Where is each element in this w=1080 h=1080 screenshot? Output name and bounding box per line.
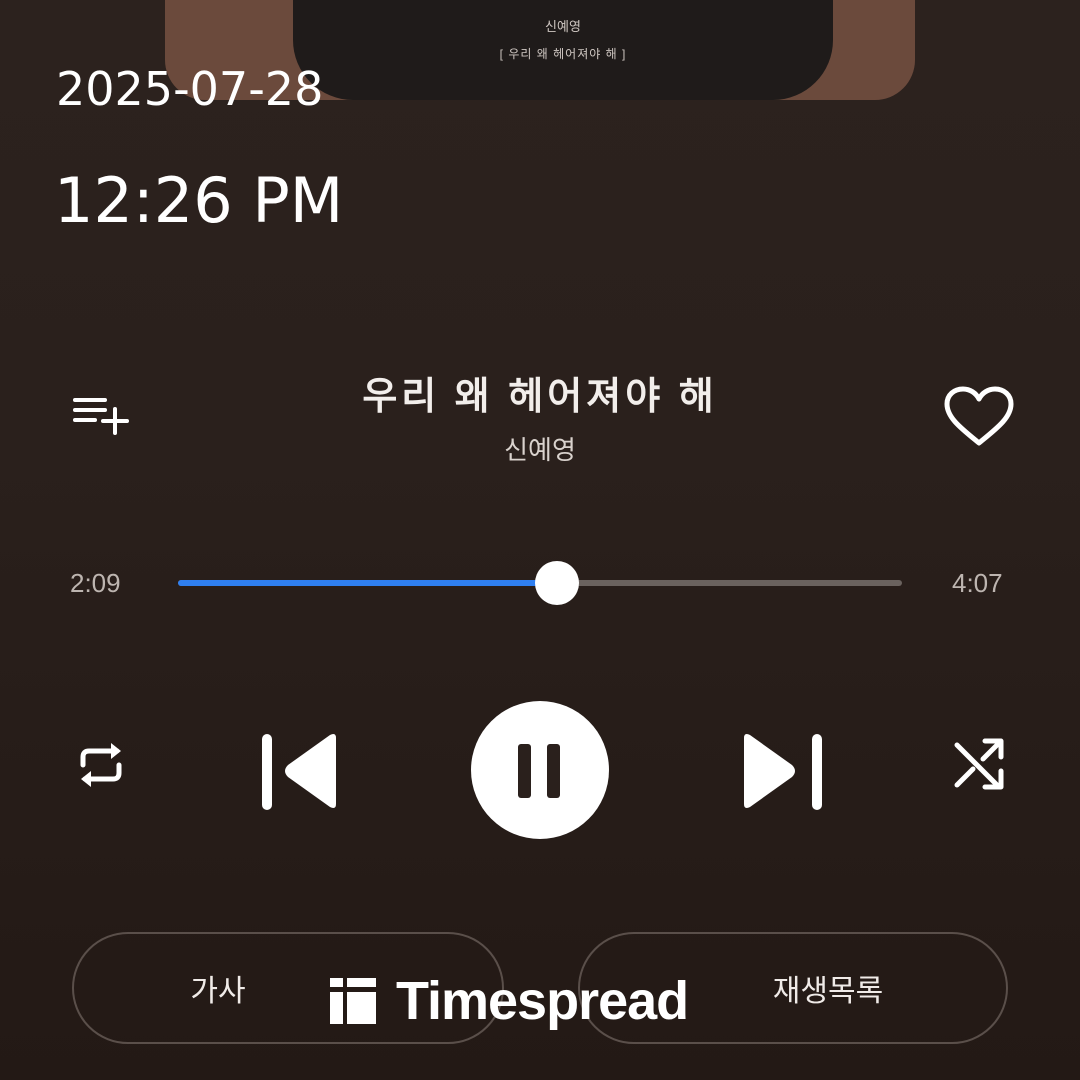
queue-label: 재생목록 xyxy=(772,975,884,1008)
shuffle-button[interactable] xyxy=(944,730,1014,800)
elapsed-time: 2:09 xyxy=(70,568,121,598)
playlist-add-icon xyxy=(73,398,129,435)
timespread-logo-icon xyxy=(330,978,376,1024)
progress-bar[interactable] xyxy=(178,561,902,605)
track-title: 우리 왜 헤어져야 해 xyxy=(362,376,718,418)
lyrics-label: 가사 xyxy=(190,975,246,1008)
shuffle-icon xyxy=(954,738,1004,790)
previous-button[interactable] xyxy=(250,725,350,817)
repeat-button[interactable] xyxy=(66,730,136,800)
total-duration: 4:07 xyxy=(952,568,1003,598)
watermark: Timespread xyxy=(330,970,689,1032)
track-artist[interactable]: 신예영 xyxy=(0,430,1080,467)
like-button[interactable] xyxy=(940,382,1018,452)
time-label: 12:26 PM xyxy=(54,164,344,237)
album-art-inner: 신예영 [ 우리 왜 헤어져야 해 ] xyxy=(293,0,833,100)
album-art-title: [ 우리 왜 헤어져야 해 ] xyxy=(499,47,627,61)
next-button[interactable] xyxy=(734,725,834,817)
date-label: 2025-07-28 xyxy=(56,62,324,116)
watermark-text: Timespread xyxy=(396,971,689,1031)
progress-thumb[interactable] xyxy=(534,561,579,605)
skip-previous-icon xyxy=(262,734,336,810)
pause-icon xyxy=(471,701,609,839)
progress-fill xyxy=(178,580,557,586)
album-art-artist: 신예영 xyxy=(545,19,581,34)
skip-next-icon xyxy=(744,734,822,810)
add-to-playlist-button[interactable] xyxy=(66,390,136,440)
pause-button[interactable] xyxy=(470,700,610,840)
repeat-icon xyxy=(80,743,122,787)
heart-outline-icon xyxy=(944,386,1014,446)
